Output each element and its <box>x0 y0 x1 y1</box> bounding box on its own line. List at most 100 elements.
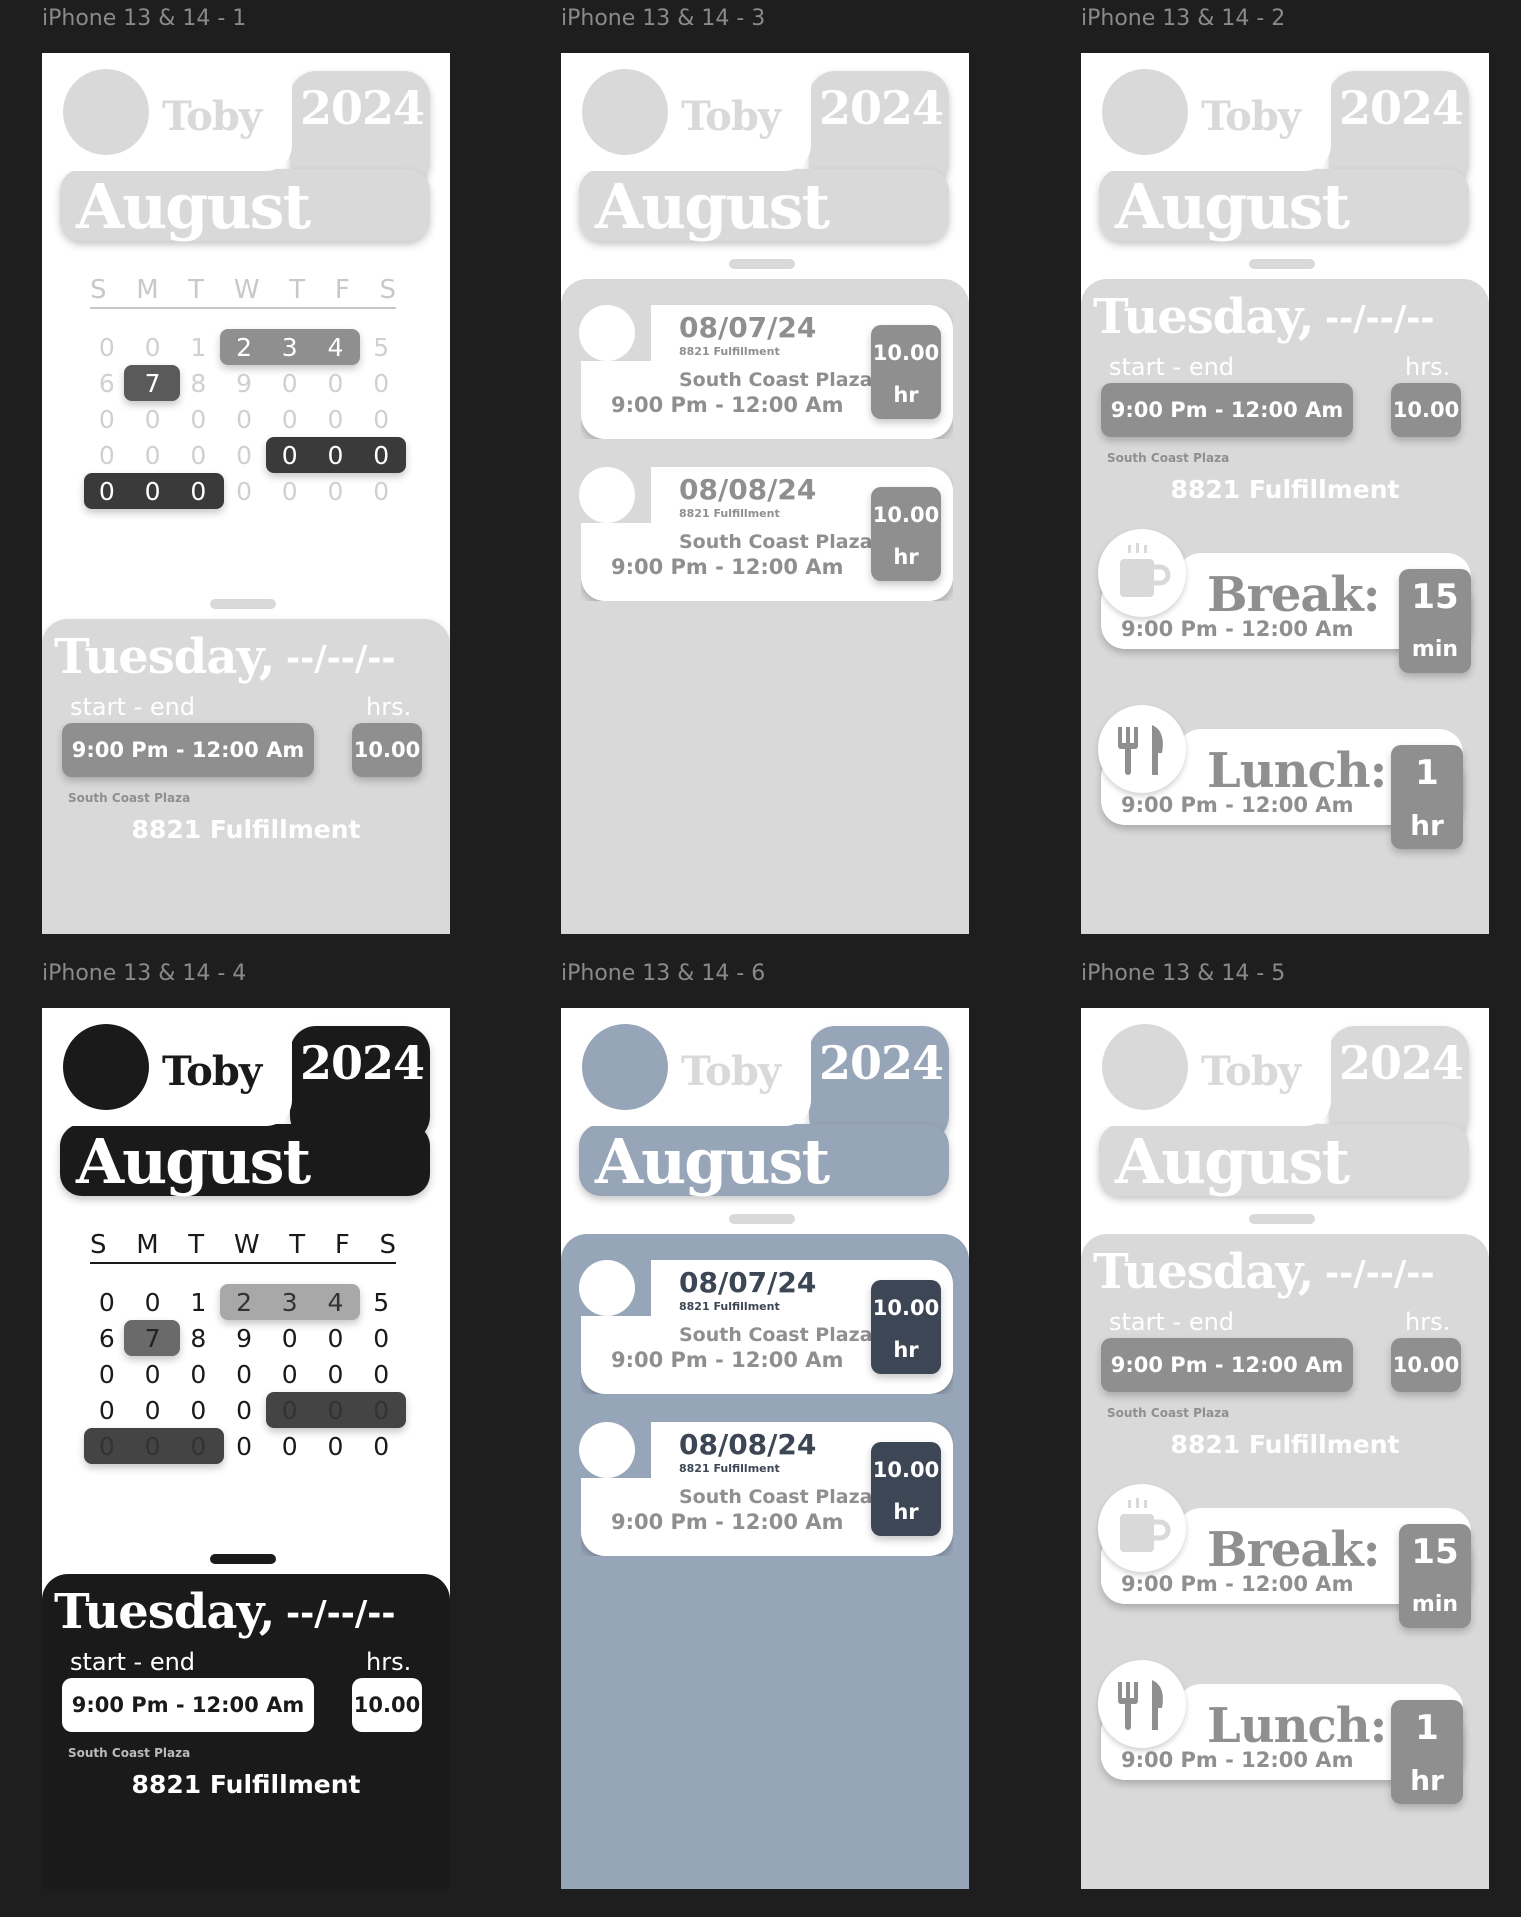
day-cell[interactable]: 0 <box>130 477 176 506</box>
day-cell[interactable]: 4 <box>313 333 359 362</box>
hours-field[interactable]: 10.00 <box>352 723 422 777</box>
day-cell[interactable]: 0 <box>84 1432 130 1461</box>
avatar[interactable] <box>63 69 149 155</box>
day-cell[interactable]: 0 <box>84 1396 130 1425</box>
shift-card[interactable]: 08/08/24 8821 Fulfillment South Coast Pl… <box>579 467 953 601</box>
shift-select-circle[interactable] <box>579 1260 635 1316</box>
day-cell[interactable]: 0 <box>221 1360 267 1389</box>
day-cell[interactable]: 2 <box>221 1288 267 1317</box>
day-cell[interactable]: 0 <box>358 405 404 434</box>
hours-field[interactable]: 10.00 <box>352 1678 422 1732</box>
day-cell[interactable]: 0 <box>84 1360 130 1389</box>
shift-card[interactable]: 08/07/24 8821 Fulfillment South Coast Pl… <box>579 1260 953 1394</box>
day-cell[interactable]: 0 <box>175 405 221 434</box>
day-cell[interactable]: 0 <box>175 1432 221 1461</box>
avatar[interactable] <box>1102 1024 1188 1110</box>
day-cell[interactable]: 5 <box>358 333 404 362</box>
month-title[interactable]: August <box>595 171 830 243</box>
avatar[interactable] <box>582 69 668 155</box>
day-cell[interactable]: 0 <box>130 1288 176 1317</box>
shift-select-circle[interactable] <box>579 467 635 523</box>
day-cell[interactable]: 0 <box>313 1324 359 1353</box>
day-cell[interactable]: 0 <box>221 1432 267 1461</box>
day-cell[interactable]: 0 <box>221 1396 267 1425</box>
day-cell[interactable]: 0 <box>130 441 176 470</box>
day-cell[interactable]: 0 <box>358 1324 404 1353</box>
time-range-field[interactable]: 9:00 Pm - 12:00 Am <box>62 723 314 777</box>
day-cell[interactable]: 0 <box>130 1396 176 1425</box>
day-cell[interactable]: 0 <box>175 1396 221 1425</box>
day-cell[interactable]: 0 <box>130 1360 176 1389</box>
time-range-field[interactable]: 9:00 Pm - 12:00 Am <box>62 1678 314 1732</box>
day-cell[interactable]: 0 <box>267 369 313 398</box>
month-title[interactable]: August <box>76 1126 311 1198</box>
day-cell[interactable]: 0 <box>84 1288 130 1317</box>
day-cell[interactable]: 7 <box>130 1324 176 1353</box>
day-cell[interactable]: 0 <box>267 405 313 434</box>
day-cell[interactable]: 5 <box>358 1288 404 1317</box>
day-cell[interactable]: 0 <box>221 441 267 470</box>
year-text[interactable]: 2024 <box>819 1036 944 1090</box>
day-cell[interactable]: 0 <box>267 1432 313 1461</box>
year-text[interactable]: 2024 <box>1339 1036 1464 1090</box>
year-text[interactable]: 2024 <box>819 81 944 135</box>
month-title[interactable]: August <box>1115 171 1350 243</box>
drag-handle[interactable] <box>729 259 795 269</box>
avatar[interactable] <box>63 1024 149 1110</box>
day-cell[interactable]: 0 <box>130 1432 176 1461</box>
year-text[interactable]: 2024 <box>1339 81 1464 135</box>
day-cell[interactable]: 4 <box>313 1288 359 1317</box>
shift-card[interactable]: 08/07/24 8821 Fulfillment South Coast Pl… <box>579 305 953 439</box>
day-cell[interactable]: 0 <box>130 405 176 434</box>
day-cell[interactable]: 8 <box>175 1324 221 1353</box>
drag-handle[interactable] <box>210 1554 276 1564</box>
time-range-field[interactable]: 9:00 Pm - 12:00 Am <box>1101 1338 1353 1392</box>
drag-handle[interactable] <box>210 599 276 609</box>
day-cell[interactable]: 0 <box>313 405 359 434</box>
day-cell[interactable]: 9 <box>221 1324 267 1353</box>
day-cell[interactable]: 0 <box>175 477 221 506</box>
day-cell[interactable]: 0 <box>358 1432 404 1461</box>
day-cell[interactable]: 0 <box>267 441 313 470</box>
month-title[interactable]: August <box>595 1126 830 1198</box>
day-cell[interactable]: 0 <box>267 477 313 506</box>
day-cell[interactable]: 0 <box>84 405 130 434</box>
day-cell[interactable]: 8 <box>175 369 221 398</box>
day-cell[interactable]: 9 <box>221 369 267 398</box>
day-cell[interactable]: 0 <box>358 441 404 470</box>
day-cell[interactable]: 0 <box>84 333 130 362</box>
hours-field[interactable]: 10.00 <box>1391 1338 1461 1392</box>
day-cell[interactable]: 0 <box>313 369 359 398</box>
day-cell[interactable]: 0 <box>130 333 176 362</box>
day-cell[interactable]: 3 <box>267 333 313 362</box>
shift-select-circle[interactable] <box>579 305 635 361</box>
day-cell[interactable]: 0 <box>175 441 221 470</box>
day-cell[interactable]: 0 <box>84 441 130 470</box>
day-cell[interactable]: 0 <box>267 1396 313 1425</box>
day-cell[interactable]: 1 <box>175 1288 221 1317</box>
day-cell[interactable]: 0 <box>358 1396 404 1425</box>
day-cell[interactable]: 0 <box>313 1396 359 1425</box>
time-range-field[interactable]: 9:00 Pm - 12:00 Am <box>1101 383 1353 437</box>
day-cell[interactable]: 0 <box>358 1360 404 1389</box>
day-cell[interactable]: 0 <box>358 477 404 506</box>
day-cell[interactable]: 1 <box>175 333 221 362</box>
day-cell[interactable]: 0 <box>267 1324 313 1353</box>
day-cell[interactable]: 0 <box>221 405 267 434</box>
lunch-card[interactable]: Lunch: 9:00 Pm - 12:00 Am 1 hr <box>1098 705 1471 849</box>
day-cell[interactable]: 0 <box>313 1360 359 1389</box>
drag-handle[interactable] <box>729 1214 795 1224</box>
drag-handle[interactable] <box>1249 1214 1315 1224</box>
day-cell[interactable]: 0 <box>313 1432 359 1461</box>
hours-field[interactable]: 10.00 <box>1391 383 1461 437</box>
day-cell[interactable]: 0 <box>313 477 359 506</box>
month-title[interactable]: August <box>1115 1126 1350 1198</box>
day-cell[interactable]: 0 <box>313 441 359 470</box>
year-text[interactable]: 2024 <box>300 81 425 135</box>
shift-card[interactable]: 08/08/24 8821 Fulfillment South Coast Pl… <box>579 1422 953 1556</box>
drag-handle[interactable] <box>1249 259 1315 269</box>
day-cell[interactable]: 0 <box>175 1360 221 1389</box>
day-cell[interactable]: 3 <box>267 1288 313 1317</box>
avatar[interactable] <box>1102 69 1188 155</box>
shift-select-circle[interactable] <box>579 1422 635 1478</box>
